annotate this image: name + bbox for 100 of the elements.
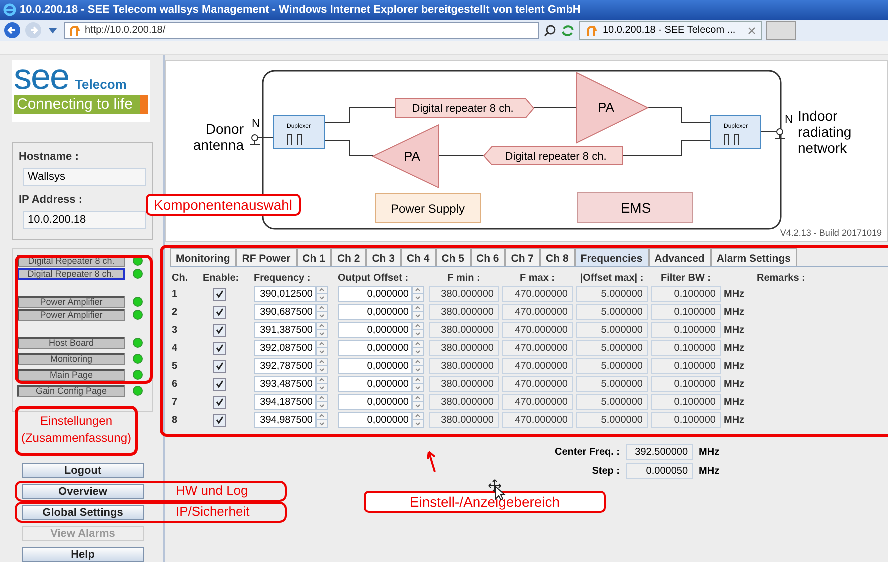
nav-button[interactable]: Help — [22, 547, 144, 562]
spinner-icon[interactable] — [412, 304, 424, 320]
tab[interactable]: Advanced — [648, 248, 711, 266]
close-icon[interactable] — [748, 26, 756, 34]
enable-checkbox[interactable] — [213, 306, 226, 318]
annotation-text: HW und Log — [176, 482, 248, 500]
frequency-field[interactable]: 394,187500 — [254, 394, 316, 410]
spinner-icon[interactable] — [316, 412, 328, 428]
filter-bw-field: 0.100000 — [651, 322, 721, 338]
offset-field[interactable]: 0,000000 — [338, 358, 412, 374]
component-button[interactable]: Main Page — [17, 369, 125, 381]
enable-checkbox[interactable] — [213, 414, 226, 426]
tab[interactable]: Ch 6 — [470, 248, 506, 266]
spinner-icon[interactable] — [316, 358, 328, 374]
connector-label: N — [785, 114, 793, 126]
back-icon[interactable] — [4, 22, 21, 39]
frequency-field[interactable]: 390,012500 — [254, 286, 316, 302]
column-header: Enable: — [203, 273, 240, 284]
offset-field[interactable]: 0,000000 — [338, 322, 412, 338]
address-field[interactable]: http://10.0.200.18/ — [64, 22, 539, 39]
fmin-field: 380.000000 — [429, 340, 499, 356]
unit-label: MHz — [724, 288, 746, 300]
component-button[interactable]: Host Board — [17, 337, 125, 349]
spinner-icon[interactable] — [412, 340, 424, 356]
tab[interactable]: Frequencies — [574, 248, 649, 266]
column-header: F min : — [446, 273, 482, 284]
offset-max-field: 5.000000 — [576, 322, 648, 338]
spinner-icon[interactable] — [412, 394, 424, 410]
tab[interactable]: Ch 7 — [505, 248, 540, 266]
summary-label: Center Freq. : — [555, 446, 620, 458]
offset-field[interactable]: 0,000000 — [338, 286, 412, 302]
nav-button[interactable]: Overview — [22, 484, 144, 499]
repeater-block[interactable]: Digital repeater 8 ch. — [396, 98, 535, 118]
tab[interactable]: Alarm Settings — [710, 248, 797, 266]
enable-checkbox[interactable] — [213, 360, 226, 372]
offset-field[interactable]: 0,000000 — [338, 304, 412, 320]
enable-checkbox[interactable] — [213, 324, 226, 336]
nav-button[interactable]: Logout — [22, 463, 144, 478]
spinner-icon[interactable] — [316, 394, 328, 410]
spinner-icon[interactable] — [316, 340, 328, 356]
logo-wordmark: see — [14, 63, 70, 91]
component-button[interactable]: Gain Config Page — [17, 385, 125, 397]
summary-field: 392.500000 — [626, 444, 694, 460]
fmin-field: 380.000000 — [429, 394, 499, 410]
unit-label: MHz — [724, 306, 746, 318]
ems-block[interactable]: EMS — [578, 192, 694, 224]
enable-checkbox[interactable] — [213, 342, 226, 354]
spinner-icon[interactable] — [412, 376, 424, 392]
offset-field[interactable]: 0,000000 — [338, 340, 412, 356]
frequency-field[interactable]: 390,687500 — [254, 304, 316, 320]
amplifier-triangle[interactable]: PA — [576, 72, 650, 144]
component-button[interactable]: Power Amplifier — [17, 309, 125, 321]
component-button[interactable]: Digital Repeater 8 ch. — [17, 268, 125, 280]
frequency-field[interactable]: 393,487500 — [254, 376, 316, 392]
offset-max-field: 5.000000 — [576, 376, 648, 392]
tab[interactable]: Monitoring — [170, 248, 236, 266]
search-icon[interactable] — [543, 24, 557, 38]
enable-checkbox[interactable] — [213, 396, 226, 408]
component-button[interactable]: Monitoring — [17, 353, 125, 365]
tab[interactable]: Ch 3 — [366, 248, 401, 266]
nav-button[interactable]: Global Settings — [22, 505, 144, 520]
tab[interactable]: Ch 5 — [436, 248, 470, 266]
offset-field[interactable]: 0,000000 — [338, 376, 412, 392]
spinner-icon[interactable] — [316, 376, 328, 392]
spinner-icon[interactable] — [412, 322, 424, 338]
logo-tagline: Connecting to life — [14, 95, 148, 114]
signal-line — [324, 108, 396, 156]
enable-checkbox[interactable] — [213, 378, 226, 390]
power-supply-block[interactable]: Power Supply — [376, 194, 482, 224]
frequency-field[interactable]: 392,787500 — [254, 358, 316, 374]
offset-field[interactable]: 0,000000 — [338, 394, 412, 410]
spinner-icon[interactable] — [316, 322, 328, 338]
tab[interactable]: RF Power — [236, 248, 297, 266]
component-button[interactable]: Power Amplifier — [17, 296, 125, 308]
offset-field[interactable]: 0,000000 — [338, 412, 412, 428]
tab[interactable]: Ch 8 — [540, 248, 575, 266]
browser-tab[interactable]: 10.0.200.18 - SEE Telecom ... — [579, 21, 762, 40]
frequency-field[interactable]: 392,087500 — [254, 340, 316, 356]
tab[interactable]: Ch 1 — [296, 248, 332, 266]
repeater-block[interactable]: Digital repeater 8 ch. — [483, 146, 624, 166]
enable-checkbox[interactable] — [213, 288, 226, 300]
filter-bw-field: 0.100000 — [651, 304, 721, 320]
tab[interactable]: Ch 4 — [400, 248, 436, 266]
unit-label: MHz — [724, 342, 746, 354]
tab[interactable]: Ch 2 — [331, 248, 366, 266]
spinner-icon[interactable] — [412, 286, 424, 302]
spinner-icon[interactable] — [412, 412, 424, 428]
new-tab-button[interactable] — [766, 21, 796, 40]
fmin-field: 380.000000 — [429, 358, 499, 374]
frequency-field[interactable]: 394,987500 — [254, 412, 316, 428]
unit-label: MHz — [699, 446, 721, 458]
hostname-field: Wallsys — [23, 168, 146, 186]
fmax-field: 470.000000 — [502, 304, 573, 320]
spinner-icon[interactable] — [412, 358, 424, 374]
spinner-icon[interactable] — [316, 286, 328, 302]
amplifier-triangle[interactable]: PA — [372, 124, 440, 189]
frequency-field[interactable]: 391,387500 — [254, 322, 316, 338]
offset-max-field: 5.000000 — [576, 304, 648, 320]
annotation-label: Einstellungen (Zusammenfassung) — [15, 406, 138, 456]
spinner-icon[interactable] — [316, 304, 328, 320]
